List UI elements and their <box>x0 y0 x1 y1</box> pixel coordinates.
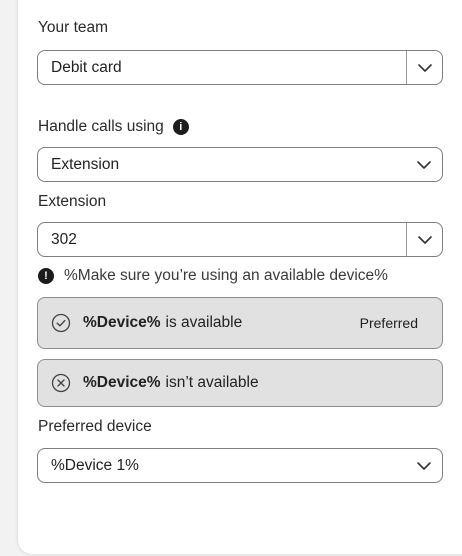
warning-text: %Make sure you’re using an available dev… <box>64 267 388 284</box>
preferred-device-value: %Device 1% <box>51 456 139 474</box>
device-name: %Device% <box>83 314 161 331</box>
handle-calls-label-row: Handle calls using i <box>38 118 189 136</box>
extension-value: 302 <box>51 230 77 248</box>
chevron-down-icon <box>417 235 432 244</box>
handle-calls-label: Handle calls using <box>38 118 164 135</box>
device-status: isn’t available <box>165 374 259 391</box>
device-card-unavailable[interactable]: %Device% isn’t available <box>37 359 443 407</box>
extension-select[interactable]: 302 <box>37 222 443 257</box>
chevron-down-icon <box>417 63 432 72</box>
device-card-available[interactable]: %Device% is available Preferred <box>37 297 443 349</box>
team-value: Debit card <box>51 58 122 76</box>
device-warning: ! %Make sure you’re using an available d… <box>38 267 388 285</box>
preferred-device-chevron <box>406 449 442 482</box>
device-name: %Device% <box>83 374 161 391</box>
check-circle-icon <box>51 313 71 333</box>
preferred-tag: Preferred <box>359 315 418 331</box>
extension-label: Extension <box>38 193 107 210</box>
handle-calls-select[interactable]: Extension <box>37 147 443 182</box>
chevron-down-icon <box>417 461 431 470</box>
handle-calls-chevron <box>406 148 442 181</box>
device-status: is available <box>165 314 243 331</box>
handle-calls-value: Extension <box>51 155 120 173</box>
preferred-device-label: Preferred device <box>38 418 152 435</box>
info-icon[interactable]: i <box>172 119 189 135</box>
team-label: Your team <box>38 19 109 36</box>
team-dropdown-button[interactable] <box>406 51 442 84</box>
preferred-device-select[interactable]: %Device 1% <box>37 448 443 483</box>
chevron-down-icon <box>417 160 431 169</box>
team-select[interactable]: Debit card <box>37 50 443 85</box>
exclamation-icon: ! <box>38 268 54 284</box>
extension-dropdown-button[interactable] <box>406 223 442 256</box>
x-circle-icon <box>51 373 71 393</box>
